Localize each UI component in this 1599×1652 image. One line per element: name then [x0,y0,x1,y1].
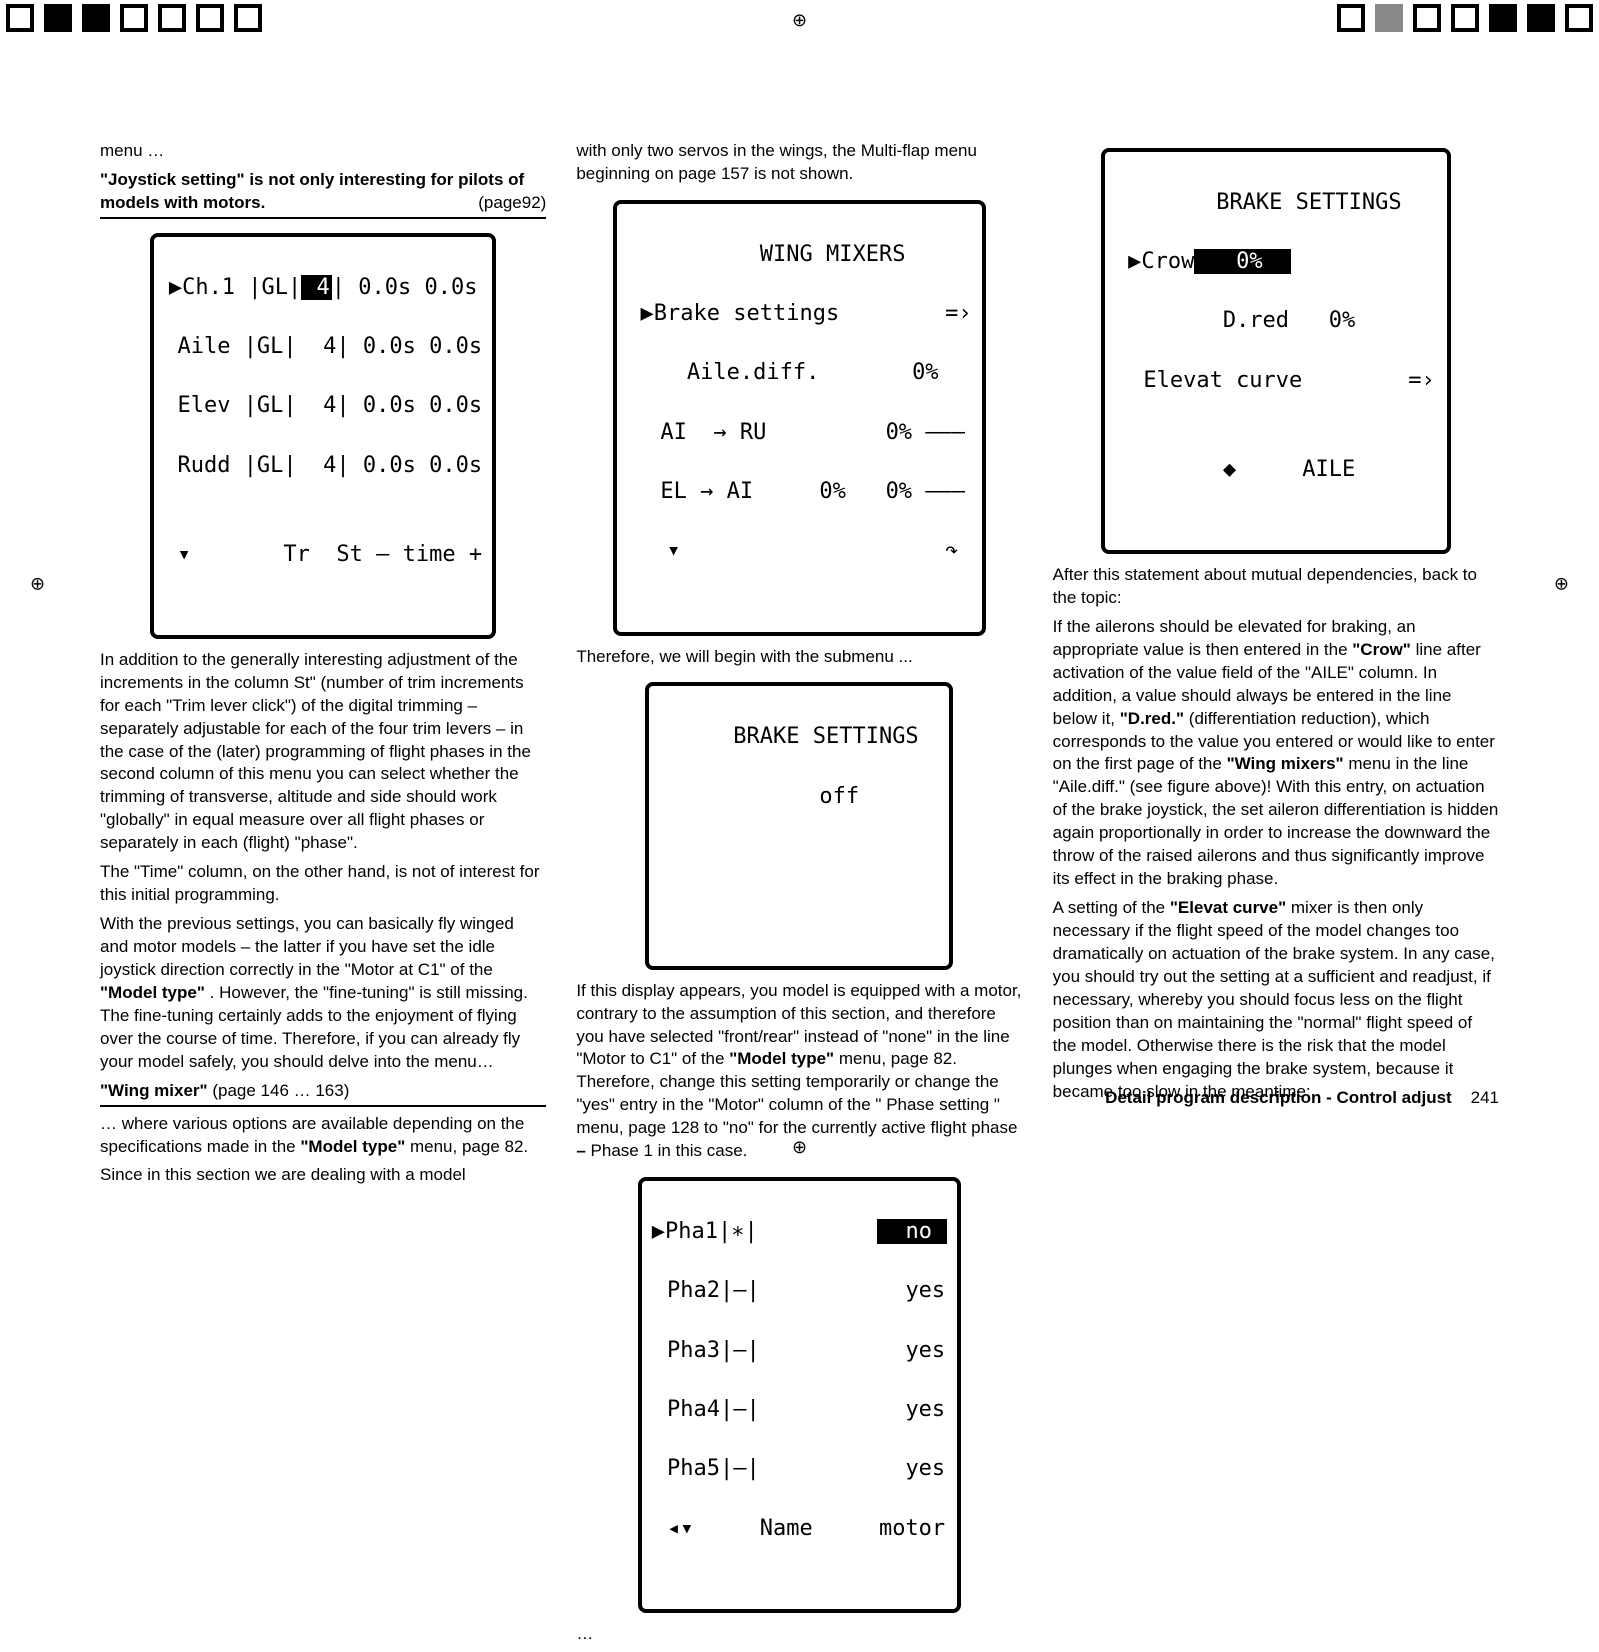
print-mark [196,4,224,32]
text-span-bold: "Model type" [300,1137,405,1156]
print-marks-left [6,4,262,32]
registration-mark-icon: ⊕ [30,574,45,595]
text-span-bold: "Wing mixers" [1227,754,1344,773]
print-mark [1375,4,1403,32]
text-span-bold: "Model type" [729,1049,834,1068]
lcd-row: ◂▾ Name motor [652,1514,947,1544]
text-span: Phase 1 in this case. [591,1141,748,1160]
text-span: mixer is then only necessary if the flig… [1053,898,1495,1101]
section-heading: "Joystick setting" is not only interesti… [100,169,546,219]
text-span-bold: "Elevat curve" [1170,898,1286,917]
lcd-row: Aile.diff. 0% [627,358,971,388]
paragraph: with only two servos in the wings, the M… [576,140,1022,186]
lcd-row: EL → AI 0% 0% ––– [627,477,971,507]
text-span: With the previous settings, you can basi… [100,914,514,979]
paragraph: After this statement about mutual depend… [1053,564,1499,610]
text-span: A setting of the [1053,898,1170,917]
print-mark [44,4,72,32]
lcd-row: Pha5|–| yes [652,1454,947,1484]
lcd-title-row: BRAKE SETTINGS [1115,188,1437,218]
text-span-bold: "Model type" [100,983,205,1002]
section-heading: "Wing mixer" (page 146 … 163) [100,1080,546,1107]
lcd-wing-mixers: WING MIXERS ▶Brake settings =› Aile.diff… [613,200,985,636]
heading-text: "Joystick setting" is not only interesti… [100,170,524,212]
footer-page-number: 241 [1471,1088,1499,1107]
text-span-bold: – [576,1141,585,1160]
print-mark [82,4,110,32]
paragraph: … where various options are available de… [100,1113,546,1159]
text-span-bold: "Crow" [1352,640,1411,659]
paragraph: If this display appears, you model is eq… [576,980,1022,1164]
column-3: BRAKE SETTINGS ▶Crow 0% D.red 0% Elevat … [1053,140,1499,1652]
print-mark [120,4,148,32]
lcd-brake-settings: BRAKE SETTINGS ▶Crow 0% D.red 0% Elevat … [1101,148,1451,554]
column-1: menu … "Joystick setting" is not only in… [100,140,546,1652]
text-span: menu in the line "Aile.diff." (see figur… [1053,754,1499,888]
print-marks-right [1337,4,1593,32]
text-span: menu, page 82. [410,1137,528,1156]
lcd-row: ▾ Tr St – time + [164,540,482,570]
lcd-row: Aile |GL| 4| 0.0s 0.0s [164,332,482,362]
paragraph: Therefore, we will begin with the submen… [576,646,1022,669]
print-mark [6,4,34,32]
lcd-row: ▶Brake settings =› [627,299,971,329]
lcd-row: D.red 0% [1115,306,1437,336]
lcd-phase-settings: ▶Pha1|∗| no Pha2|–| yes Pha3|–| yes Pha4… [638,1177,961,1613]
lcd-row: Pha4|–| yes [652,1395,947,1425]
lcd-row: Rudd |GL| 4| 0.0s 0.0s [164,451,482,481]
print-mark [1413,4,1441,32]
content-columns: menu … "Joystick setting" is not only in… [100,140,1499,1652]
paragraph: … [576,1623,1022,1646]
registration-mark-icon: ⊕ [792,1137,807,1158]
lcd-row: ◆ AILE [1115,455,1437,485]
page-footer: Detail program description - Control adj… [1105,1088,1499,1108]
heading-pageref: (page92) [478,192,546,215]
lcd-row: Elevat curve =› [1115,366,1437,396]
lcd-row: ▾ ↷ [627,536,971,566]
lcd-selected-value: 0% [1194,249,1291,274]
lcd-row: off [659,782,939,812]
lcd-row: AI → RU 0% ––– [627,418,971,448]
page: ⊕ ⊕ ⊕ ⊕ menu … "Joystick setting" is not… [0,0,1599,1168]
footer-title: Detail program description - Control adj… [1105,1088,1452,1107]
lcd-row: Elev |GL| 4| 0.0s 0.0s [164,391,482,421]
paragraph: If the ailerons should be elevated for b… [1053,616,1499,891]
print-mark [1565,4,1593,32]
text-span-bold: "D.red." [1120,709,1184,728]
print-mark [1527,4,1555,32]
print-mark [1489,4,1517,32]
lcd-row: ▶Pha1|∗| no [652,1217,947,1247]
paragraph: A setting of the "Elevat curve" mixer is… [1053,897,1499,1103]
lcd-joystick-settings: ▶Ch.1 |GL| 4| 0.0s 0.0s Aile |GL| 4| 0.0… [150,233,496,639]
lcd-title-row: BRAKE SETTINGS [659,722,939,752]
paragraph: With the previous settings, you can basi… [100,913,546,1074]
lcd-row: Pha2|–| yes [652,1276,947,1306]
paragraph: In addition to the generally interesting… [100,649,546,855]
print-mark [1451,4,1479,32]
print-mark [1337,4,1365,32]
lcd-brake-settings-off: BRAKE SETTINGS off [645,682,953,969]
lcd-row: ▶Ch.1 |GL| 4| 0.0s 0.0s [164,273,482,303]
lcd-title-row: WING MIXERS [627,240,971,270]
lcd-row: ▶Crow 0% [1115,247,1437,277]
registration-mark-icon: ⊕ [792,10,807,31]
lcd-row: Pha3|–| yes [652,1336,947,1366]
text-line: menu … [100,140,546,163]
registration-mark-icon: ⊕ [1554,574,1569,595]
paragraph: The "Time" column, on the other hand, is… [100,861,546,907]
print-mark [234,4,262,32]
column-2: with only two servos in the wings, the M… [576,140,1022,1652]
print-mark [158,4,186,32]
